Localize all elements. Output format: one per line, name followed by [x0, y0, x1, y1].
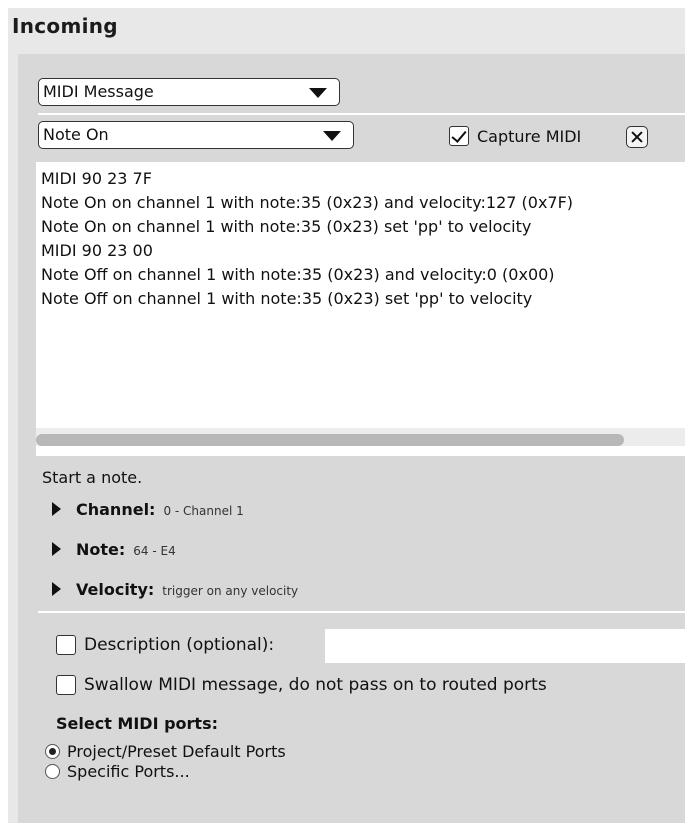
- capture-midi-checkbox[interactable]: [449, 126, 469, 146]
- scrollbar-thumb[interactable]: [36, 434, 624, 446]
- message-type-value: MIDI Message: [43, 82, 154, 101]
- swallow-label: Swallow MIDI message, do not pass on to …: [84, 675, 547, 695]
- message-type-dropdown[interactable]: MIDI Message: [38, 78, 340, 106]
- panel-title: Incoming: [12, 14, 118, 38]
- capture-midi-label: Capture MIDI: [477, 126, 582, 146]
- log-line: Note On on channel 1 with note:35 (0x23)…: [41, 193, 574, 212]
- radio-button[interactable]: [45, 763, 60, 779]
- property-name: Note:: [76, 540, 126, 559]
- property-velocity[interactable]: Velocity: trigger on any velocity: [52, 580, 298, 604]
- log-line: Note Off on channel 1 with note:35 (0x23…: [41, 289, 533, 308]
- midi-log-lines: MIDI 90 23 7F Note On on channel 1 with …: [36, 162, 685, 311]
- description-input[interactable]: [325, 629, 685, 663]
- property-value: 64 - E4: [133, 544, 176, 558]
- description-label: Description (optional):: [84, 635, 275, 655]
- incoming-panel: Incoming MIDI Message Note On Capture MI…: [8, 8, 685, 823]
- divider: [38, 611, 685, 613]
- disclosure-triangle-icon[interactable]: [52, 542, 61, 556]
- radio-default-ports[interactable]: Project/Preset Default Ports: [45, 740, 286, 762]
- disclosure-triangle-icon[interactable]: [52, 502, 61, 516]
- disclosure-triangle-icon[interactable]: [52, 582, 61, 596]
- radio-specific-ports[interactable]: Specific Ports...: [45, 760, 190, 782]
- radio-button[interactable]: [45, 743, 60, 759]
- description-option[interactable]: Description (optional):: [56, 632, 274, 658]
- property-channel[interactable]: Channel: 0 - Channel 1: [52, 500, 244, 524]
- divider: [38, 113, 685, 115]
- description-checkbox[interactable]: [56, 635, 76, 655]
- clear-log-button[interactable]: [626, 126, 648, 148]
- message-description: Start a note.: [42, 468, 143, 487]
- log-line: MIDI 90 23 00: [41, 241, 153, 260]
- message-subtype-dropdown[interactable]: Note On: [38, 121, 354, 149]
- ports-label: Select MIDI ports:: [56, 714, 218, 733]
- message-subtype-value: Note On: [43, 125, 109, 144]
- swallow-checkbox[interactable]: [56, 675, 76, 695]
- property-value: trigger on any velocity: [162, 584, 299, 598]
- property-name: Channel:: [76, 500, 156, 519]
- log-line: Note On on channel 1 with note:35 (0x23)…: [41, 217, 532, 236]
- midi-log[interactable]: MIDI 90 23 7F Note On on channel 1 with …: [36, 162, 685, 456]
- property-name: Velocity:: [76, 580, 155, 599]
- radio-label: Project/Preset Default Ports: [67, 741, 286, 761]
- log-line: MIDI 90 23 7F: [41, 169, 152, 188]
- swallow-option[interactable]: Swallow MIDI message, do not pass on to …: [56, 672, 547, 698]
- property-note[interactable]: Note: 64 - E4: [52, 540, 176, 564]
- log-line: Note Off on channel 1 with note:35 (0x23…: [41, 265, 555, 284]
- chevron-down-icon: [309, 88, 327, 98]
- radio-label: Specific Ports...: [67, 761, 190, 781]
- property-value: 0 - Channel 1: [163, 504, 244, 518]
- chevron-down-icon: [323, 131, 341, 141]
- capture-midi-toggle[interactable]: Capture MIDI: [449, 124, 581, 148]
